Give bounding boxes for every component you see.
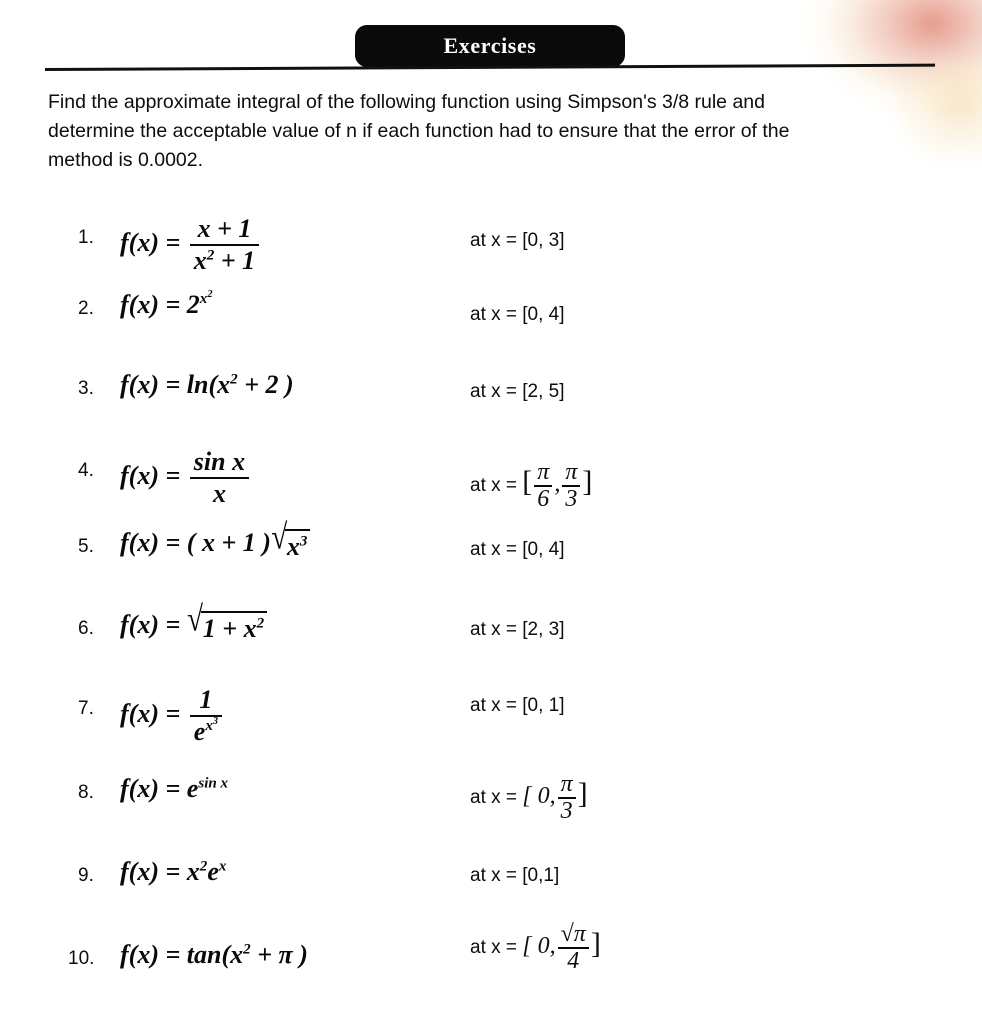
problem-interval-5: at x = [0, 4] <box>470 539 565 561</box>
problem-interval-4: at x = [π 6, π 3] <box>470 459 593 513</box>
interval-label-1: at x = <box>470 230 517 251</box>
problem-number-9: 9. <box>78 865 94 886</box>
fraction-denominator-4: x <box>212 479 226 509</box>
function-label-7: f(x) = <box>120 699 181 729</box>
function-label-8: f(x) = <box>120 774 181 803</box>
problem-interval-8: at x = [ 0, π 3] <box>470 771 588 824</box>
interval-value-1: [0, 3] <box>522 230 565 251</box>
instructions-line-3: method is 0.0002. <box>48 149 204 171</box>
interval-value-9: [0,1] <box>522 865 560 886</box>
fraction-denominator-1: x2 + 1 <box>193 246 256 276</box>
problem-number-3: 3. <box>78 378 94 399</box>
page-title: Exercises <box>443 33 537 58</box>
function-name-3: ln( <box>186 370 218 399</box>
function-label-2: f(x) = <box>120 290 181 319</box>
interval-label-6: at x = <box>470 619 517 640</box>
factor-prefix-5: ( x + 1 ) <box>186 528 271 557</box>
bracket-close-8: ] <box>577 777 588 811</box>
function-label-10: f(x) = <box>120 940 181 969</box>
bracket-close-10: ] <box>590 927 601 961</box>
interval-label-4: at x = <box>470 475 517 497</box>
power-exponent-2: x2 <box>199 289 213 308</box>
argument-tail-10: + π ) <box>257 940 308 969</box>
function-label-9: f(x) = <box>120 857 181 886</box>
argument-tail-3: + 2 ) <box>244 370 294 399</box>
problem-number-7: 7. <box>78 698 94 719</box>
interval-fraction-4b: π3 <box>562 459 581 512</box>
problem-interval-10: at x = [ 0, √π 4] <box>470 921 601 974</box>
bracket-open-8: [ 0, <box>522 783 556 810</box>
problem-expression-4: f(x) = sin x x <box>120 447 252 509</box>
bracket-close-4: ] <box>582 465 593 499</box>
interval-value-2: [0, 4] <box>522 304 565 325</box>
fraction-7: 1 ex3 <box>189 685 223 747</box>
problem-expression-6: f(x) = √ 1 + x2 <box>120 601 268 644</box>
function-label-5: f(x) = <box>120 528 181 557</box>
problem-number-2: 2. <box>78 298 94 319</box>
interval-label-8: at x = <box>470 787 517 809</box>
problem-expression-5: f(x) = ( x + 1 ) √ x3 <box>120 519 311 562</box>
problem-expression-7: f(x) = 1 ex3 <box>120 685 225 747</box>
fraction-numerator-7: 1 <box>199 685 213 714</box>
power-base-8: e <box>186 774 199 803</box>
function-label-3: f(x) = <box>120 370 181 399</box>
problem-interval-2: at x = [0, 4] <box>470 304 565 326</box>
bracket-open-4: [ <box>522 465 533 499</box>
fraction-4: sin x x <box>189 447 250 509</box>
square-root-6: √ 1 + x2 <box>187 601 268 644</box>
problem-expression-3: f(x) = ln(x2 + 2 ) <box>120 370 294 399</box>
instructions-line-1: Find the approximate integral of the fol… <box>48 91 765 113</box>
function-label-6: f(x) = <box>120 610 181 639</box>
instructions-line-2: determine the acceptable value of n if e… <box>48 120 790 142</box>
radical-sign-icon: √ <box>270 517 287 557</box>
problem-expression-2: f(x) = 2x2 <box>120 290 212 320</box>
problem-number-4: 4. <box>78 460 94 481</box>
power-base-2: 2 <box>186 290 200 319</box>
interval-fraction-8: π3 <box>557 771 576 824</box>
problem-number-1: 1. <box>78 227 94 248</box>
interval-label-9: at x = <box>470 865 517 886</box>
problem-interval-7: at x = [0, 1] <box>470 695 565 717</box>
interval-label-5: at x = <box>470 539 517 560</box>
function-name-10: tan( <box>186 940 231 969</box>
problem-number-8: 8. <box>78 782 94 803</box>
interval-value-3: [2, 5] <box>522 381 565 402</box>
problem-interval-9: at x = [0,1] <box>470 865 559 887</box>
interval-label-3: at x = <box>470 381 517 402</box>
fraction-denominator-7: ex3 <box>193 716 219 747</box>
interval-fraction-4a: π6 <box>534 459 553 512</box>
interval-value-6: [2, 3] <box>522 619 565 640</box>
problem-expression-10: f(x) = tan(x2 + π ) <box>120 940 308 969</box>
bracket-open-10: [ 0, <box>522 933 556 960</box>
interval-fraction-10: √π 4 <box>557 921 589 974</box>
fraction-numerator-1: x + 1 <box>197 214 252 243</box>
instructions-paragraph: Find the approximate integral of the fol… <box>48 88 938 175</box>
problem-number-6: 6. <box>78 618 94 639</box>
problem-number-5: 5. <box>78 536 94 557</box>
fraction-1: x + 1 x2 + 1 <box>189 214 260 276</box>
square-root-5: √ x3 <box>271 519 311 562</box>
problem-interval-6: at x = [2, 3] <box>470 619 565 641</box>
problem-interval-3: at x = [2, 5] <box>470 381 565 403</box>
problem-expression-9: f(x) = x2ex <box>120 857 227 886</box>
exercises-banner: Exercises <box>355 25 625 67</box>
radical-sign-icon: √ <box>186 599 203 639</box>
interval-value-5: [0, 4] <box>522 539 565 560</box>
problem-number-10: 10. <box>68 948 95 969</box>
interval-label-10: at x = <box>470 937 517 959</box>
interval-label-2: at x = <box>470 304 517 325</box>
interval-value-7: [0, 1] <box>522 695 565 716</box>
problem-interval-1: at x = [0, 3] <box>470 230 565 252</box>
problem-expression-1: f(x) = x + 1 x2 + 1 <box>120 214 262 276</box>
function-label-1: f(x) = <box>120 228 181 258</box>
fraction-numerator-4: sin x <box>193 447 246 476</box>
interval-label-7: at x = <box>470 695 517 716</box>
function-label-4: f(x) = <box>120 461 181 491</box>
power-exponent-8: sin x <box>198 775 229 792</box>
problem-expression-8: f(x) = esin x <box>120 774 228 804</box>
